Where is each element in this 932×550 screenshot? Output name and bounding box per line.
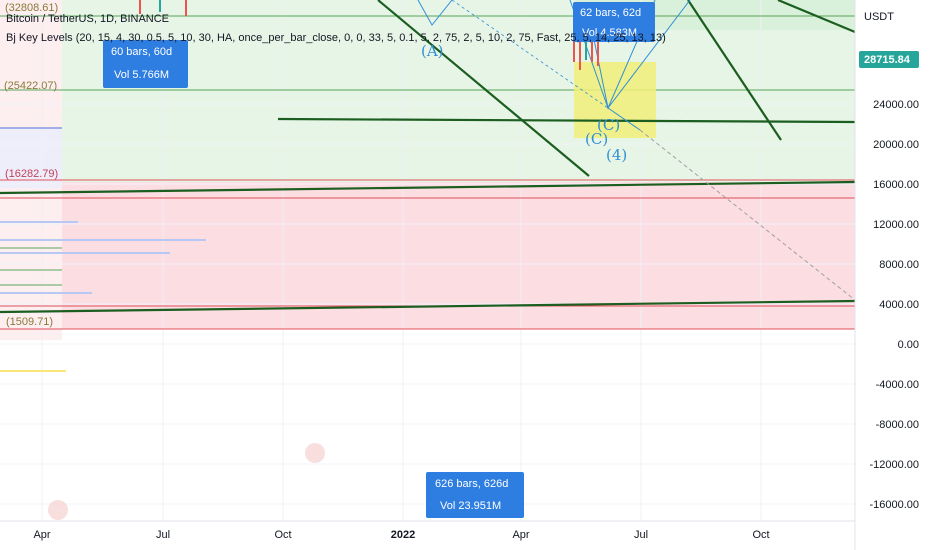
marker-circle (305, 443, 325, 463)
y-tick-label: 20000.00 (873, 139, 919, 151)
measure-vol-label: Vol 23.951M (440, 500, 501, 512)
wave-label: (A) (421, 42, 444, 60)
x-tick-label: Oct (752, 529, 769, 541)
symbol-title[interactable]: Bitcoin / TetherUS, 1D, BINANCE (6, 13, 169, 25)
volume-profile-bar (0, 221, 78, 223)
volume-profile-bar (0, 252, 170, 254)
measure-bars-label: 626 bars, 626d (435, 478, 508, 490)
wave-label: (C) (585, 130, 608, 148)
y-tick-label: -8000.00 (876, 419, 919, 431)
measure-box[interactable]: 60 bars, 60d Vol 5.766M (103, 40, 188, 88)
x-tick-label: Apr (33, 529, 50, 541)
x-tick-label: Oct (274, 529, 291, 541)
measure-bars-label: 60 bars, 60d (111, 46, 172, 58)
y-tick-label: 24000.00 (873, 99, 919, 111)
key-level-label: (25422.07) (4, 80, 57, 92)
measure-vol-label: Vol 5.766M (114, 69, 169, 81)
marker-circle (48, 500, 68, 520)
key-level-label: (1509.71) (6, 316, 53, 328)
measure-bars-label: 62 bars, 62d (580, 7, 641, 19)
y-tick-label: -16000.00 (869, 499, 919, 511)
currency-label: USDT (864, 11, 894, 23)
y-tick-label: 8000.00 (879, 259, 919, 271)
y-tick-label: 12000.00 (873, 219, 919, 231)
indicator-legend[interactable]: Bj Key Levels (20, 15, 4, 30, 0.5, 5, 10… (6, 32, 666, 44)
y-tick-label: -4000.00 (876, 379, 919, 391)
x-tick-label: Apr (512, 529, 529, 541)
y-tick-label: 0.00 (898, 339, 919, 351)
y-tick-label: -12000.00 (869, 459, 919, 471)
y-tick-label: 16000.00 (873, 179, 919, 191)
x-axis[interactable]: Apr Jul Oct 2022 Apr Jul Oct (33, 529, 769, 541)
volume-profile-bar (0, 370, 66, 372)
price-chart[interactable]: 24000.00 20000.00 16000.00 12000.00 8000.00 4… (0, 0, 932, 550)
x-tick-label: 2022 (391, 529, 415, 541)
y-tick-label: 4000.00 (879, 299, 919, 311)
volume-profile-bar (0, 239, 206, 241)
wave-label: (4) (606, 146, 627, 164)
measure-box[interactable]: 626 bars, 626d Vol 23.951M (426, 472, 524, 518)
chart-root[interactable]: 24000.00 20000.00 16000.00 12000.00 8000.00 4… (0, 0, 932, 550)
current-price-value: 28715.84 (864, 54, 911, 66)
y-axis[interactable]: 24000.00 20000.00 16000.00 12000.00 8000.00 4… (869, 99, 919, 511)
volume-profile-bar (0, 292, 92, 294)
x-tick-label: Jul (634, 529, 648, 541)
x-tick-label: Jul (156, 529, 170, 541)
key-level-label: (16282.79) (5, 168, 58, 180)
